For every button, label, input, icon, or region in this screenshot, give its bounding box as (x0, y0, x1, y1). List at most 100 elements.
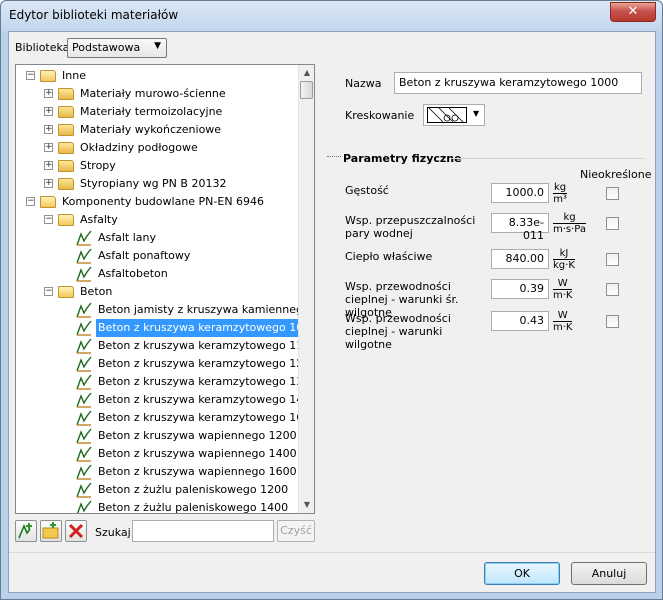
param-label: Gęstość (345, 184, 389, 197)
tree-material-row[interactable]: Beton z kruszywa wapiennego 1600 (16, 463, 297, 481)
unit-denominator: m³ (553, 194, 567, 205)
collapse-icon[interactable]: − (44, 287, 53, 296)
tree-material-row[interactable]: Beton z żużlu paleniskowego 1400 (16, 499, 296, 514)
tree-folder-row[interactable]: − Asfalty (16, 211, 296, 229)
tree-material-row[interactable]: Beton z żużlu paleniskowego 1200 (16, 481, 296, 499)
tree-item-label: Styropiany wg PN B 20132 (80, 177, 227, 190)
material-tree[interactable]: − Inne + Materiały murowo-ścienne + Materiały… (15, 64, 315, 514)
tree-material-row[interactable]: Beton z kruszywa keramzytowego 1200 (16, 355, 314, 373)
material-icon (76, 230, 92, 246)
undefined-checkbox[interactable] (606, 187, 619, 200)
tree-folder-row[interactable]: − Inne (16, 67, 296, 85)
expand-icon[interactable]: + (44, 125, 53, 134)
param-value-input[interactable]: 8.33e-011 (491, 213, 549, 242)
tree-item-label: Beton z żużlu paleniskowego 1400 (98, 501, 289, 514)
tree-material-row[interactable]: Beton z kruszywa wapiennego 1400 (16, 445, 297, 463)
param-value-input[interactable]: 0.43 (491, 311, 549, 331)
tree-folder-row[interactable]: + Styropiany wg PN B 20132 (16, 175, 296, 193)
folder-icon (58, 106, 74, 118)
param-unit: kJ kg·K (553, 249, 575, 271)
material-icon (76, 410, 92, 426)
expand-icon[interactable]: + (44, 179, 53, 188)
tree-item-label: Beton z kruszywa keramzytowego 1000 (96, 319, 314, 337)
tree-item-label: Beton z kruszywa wapiennego 1400 (98, 447, 297, 460)
material-icon (76, 464, 92, 480)
name-field[interactable]: Beton z kruszywa keramzytowego 1000 (394, 72, 642, 94)
tree-item-label: Beton z kruszywa wapiennego 1600 (98, 465, 297, 478)
search-input[interactable] (132, 520, 274, 542)
tree-item-label: Asfalt lany (98, 231, 157, 244)
delete-button[interactable] (65, 520, 87, 542)
tree-material-row[interactable]: Asfalt ponaftowy (16, 247, 296, 265)
scroll-down-icon[interactable]: ▼ (299, 497, 314, 513)
tree-folder-row[interactable]: + Materiały murowo-ścienne (16, 85, 296, 103)
param-value-input[interactable]: 1000.0 (491, 183, 549, 203)
add-material-button[interactable] (15, 520, 37, 542)
add-folder-button[interactable] (40, 520, 62, 542)
tree-folder-row[interactable]: + Okładziny podłogowe (16, 139, 296, 157)
close-button[interactable]: ✕ (610, 2, 656, 22)
folder-open-icon (58, 214, 74, 226)
section-dots (327, 156, 341, 157)
expand-icon[interactable]: + (44, 107, 53, 116)
expand-icon[interactable]: + (44, 161, 53, 170)
tree-item-label: Asfaltobeton (98, 267, 168, 280)
tree-folder-row[interactable]: − Komponenty budowlane PN-EN 6946 (16, 193, 296, 211)
tree-item-label: Materiały murowo-ścienne (80, 87, 226, 100)
tree-material-row[interactable]: Beton z kruszywa keramzytowego 1100 (16, 337, 314, 355)
scroll-thumb[interactable] (300, 81, 313, 99)
ok-button[interactable]: OK (484, 562, 560, 585)
tree-item-label: Beton jamisty z kruszywa kamiennego (98, 303, 310, 316)
param-value-input[interactable]: 0.39 (491, 279, 549, 299)
collapse-icon[interactable]: − (26, 197, 35, 206)
undefined-checkbox[interactable] (606, 253, 619, 266)
undefined-checkbox[interactable] (606, 283, 619, 296)
param-unit: Wm·K (553, 279, 573, 301)
material-icon (76, 266, 92, 282)
delete-icon (68, 523, 84, 539)
folder-open-icon (40, 70, 56, 82)
material-icon (76, 500, 92, 513)
folder-icon (58, 88, 74, 100)
unit-numerator: W (553, 279, 573, 290)
tree-material-row[interactable]: Asfaltobeton (16, 265, 296, 283)
tree-folder-row[interactable]: + Materiały wykończeniowe (16, 121, 296, 139)
expand-icon[interactable]: + (44, 143, 53, 152)
hatch-pattern-icon (427, 107, 467, 123)
undefined-checkbox[interactable] (606, 315, 619, 328)
material-icon (76, 446, 92, 462)
param-value-input[interactable]: 840.00 (491, 249, 549, 269)
tree-item-label: Beton z kruszywa keramzytowego 1400 (98, 393, 315, 406)
tree-item-label: Beton z kruszywa keramzytowego 1100 (98, 339, 315, 352)
folder-icon (58, 178, 74, 190)
section-divider (451, 158, 645, 159)
tree-material-row[interactable]: Beton z kruszywa keramzytowego 1000 (16, 319, 314, 337)
collapse-icon[interactable]: − (26, 71, 35, 80)
material-icon (76, 428, 92, 444)
hatch-select[interactable]: ▼ (423, 104, 485, 126)
tree-material-row[interactable]: Beton z kruszywa wapiennego 1200 (16, 427, 297, 445)
tree-material-row[interactable]: Asfalt lany (16, 229, 296, 247)
material-icon (76, 338, 92, 354)
param-unit: kg m·s·Pa (553, 213, 587, 235)
expand-icon[interactable]: + (44, 89, 53, 98)
collapse-icon[interactable]: − (44, 215, 53, 224)
library-select[interactable]: Podstawowa ▼ (67, 38, 167, 58)
tree-folder-row[interactable]: − Beton (16, 283, 296, 301)
tree-material-row[interactable]: Beton z kruszywa keramzytowego 1400 (16, 391, 314, 409)
clear-button[interactable]: Czyść (277, 520, 315, 542)
tree-folder-row[interactable]: + Stropy (16, 157, 296, 175)
cancel-button[interactable]: Anuluj (571, 562, 647, 585)
tree-material-row[interactable]: Beton jamisty z kruszywa kamiennego (16, 301, 310, 319)
title-bar[interactable]: Edytor biblioteki materiałów ✕ (1, 1, 662, 31)
chevron-down-icon: ▼ (473, 109, 480, 118)
tree-material-row[interactable]: Beton z kruszywa keramzytowego 1600 (16, 409, 314, 427)
name-label: Nazwa (345, 77, 382, 90)
scroll-up-icon[interactable]: ▲ (299, 65, 314, 81)
tree-material-row[interactable]: Beton z kruszywa keramzytowego 1300 (16, 373, 314, 391)
tree-item-label: Materiały termoizolacyjne (80, 105, 223, 118)
tree-scrollbar[interactable]: ▲ ▼ (298, 65, 314, 513)
tree-item-label: Asfalty (80, 213, 118, 226)
undefined-checkbox[interactable] (606, 217, 619, 230)
tree-folder-row[interactable]: + Materiały termoizolacyjne (16, 103, 296, 121)
